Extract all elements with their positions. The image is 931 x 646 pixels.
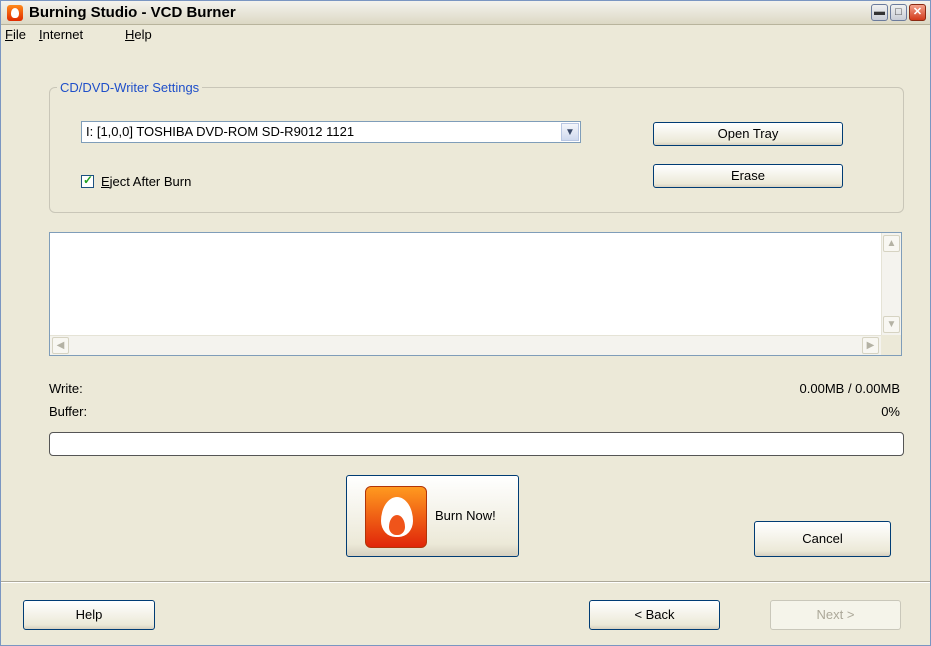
buffer-value: 0% xyxy=(881,404,900,419)
close-icon: ✕ xyxy=(912,6,923,18)
chevron-down-icon[interactable]: ▼ xyxy=(561,123,579,141)
cancel-button[interactable]: Cancel xyxy=(754,521,891,557)
next-button[interactable]: Next > xyxy=(770,600,901,630)
horizontal-scrollbar[interactable]: ◀ ▶ xyxy=(50,335,881,355)
write-label: Write: xyxy=(49,381,83,396)
flame-icon xyxy=(365,486,427,548)
scroll-right-icon[interactable]: ▶ xyxy=(862,337,879,354)
burn-now-button[interactable]: Burn Now! xyxy=(346,475,519,557)
vcd-burner-window: Burning Studio - VCD Burner ▬ □ ✕ File I… xyxy=(0,0,931,646)
window-controls: ▬ □ ✕ xyxy=(871,4,926,21)
window-title: Burning Studio - VCD Burner xyxy=(29,4,236,21)
maximize-button[interactable]: □ xyxy=(890,4,907,21)
burn-log[interactable]: ▲ ▼ ◀ ▶ xyxy=(49,232,902,356)
title-bar[interactable]: Burning Studio - VCD Burner ▬ □ ✕ xyxy=(1,1,930,25)
scroll-down-icon[interactable]: ▼ xyxy=(883,316,900,333)
erase-button[interactable]: Erase xyxy=(653,164,843,188)
eject-after-burn-checkbox[interactable]: ✓ xyxy=(81,173,94,188)
vertical-scrollbar[interactable]: ▲ ▼ xyxy=(881,233,901,335)
scroll-left-icon[interactable]: ◀ xyxy=(52,337,69,354)
back-button[interactable]: < Back xyxy=(589,600,720,630)
open-tray-button[interactable]: Open Tray xyxy=(653,122,843,146)
help-button[interactable]: Help xyxy=(23,600,155,630)
maximize-icon: □ xyxy=(895,6,902,18)
menu-bar: File Internet Help xyxy=(1,25,930,45)
writer-settings-group xyxy=(49,87,904,213)
write-value: 0.00MB / 0.00MB xyxy=(799,381,900,396)
minimize-button[interactable]: ▬ xyxy=(871,4,888,21)
eject-after-burn-label[interactable]: Eject After Burn xyxy=(101,174,191,189)
burning-studio-icon xyxy=(7,5,23,21)
scroll-corner xyxy=(881,335,901,355)
burn-now-label: Burn Now! xyxy=(435,508,496,523)
menu-help[interactable]: Help xyxy=(125,27,152,42)
menu-file[interactable]: File xyxy=(5,27,26,42)
minimize-icon: ▬ xyxy=(874,6,885,18)
checkmark-icon: ✓ xyxy=(83,173,94,187)
buffer-label: Buffer: xyxy=(49,404,88,419)
menu-internet[interactable]: Internet xyxy=(39,27,83,42)
drive-select[interactable]: I: [1,0,0] TOSHIBA DVD-ROM SD-R9012 1121… xyxy=(81,121,581,143)
scroll-up-icon[interactable]: ▲ xyxy=(883,235,900,252)
burn-progress-bar xyxy=(49,432,904,456)
close-button[interactable]: ✕ xyxy=(909,4,926,21)
footer-separator xyxy=(1,581,930,583)
writer-settings-title: CD/DVD-Writer Settings xyxy=(57,80,203,95)
drive-select-value: I: [1,0,0] TOSHIBA DVD-ROM SD-R9012 1121 xyxy=(86,124,355,139)
